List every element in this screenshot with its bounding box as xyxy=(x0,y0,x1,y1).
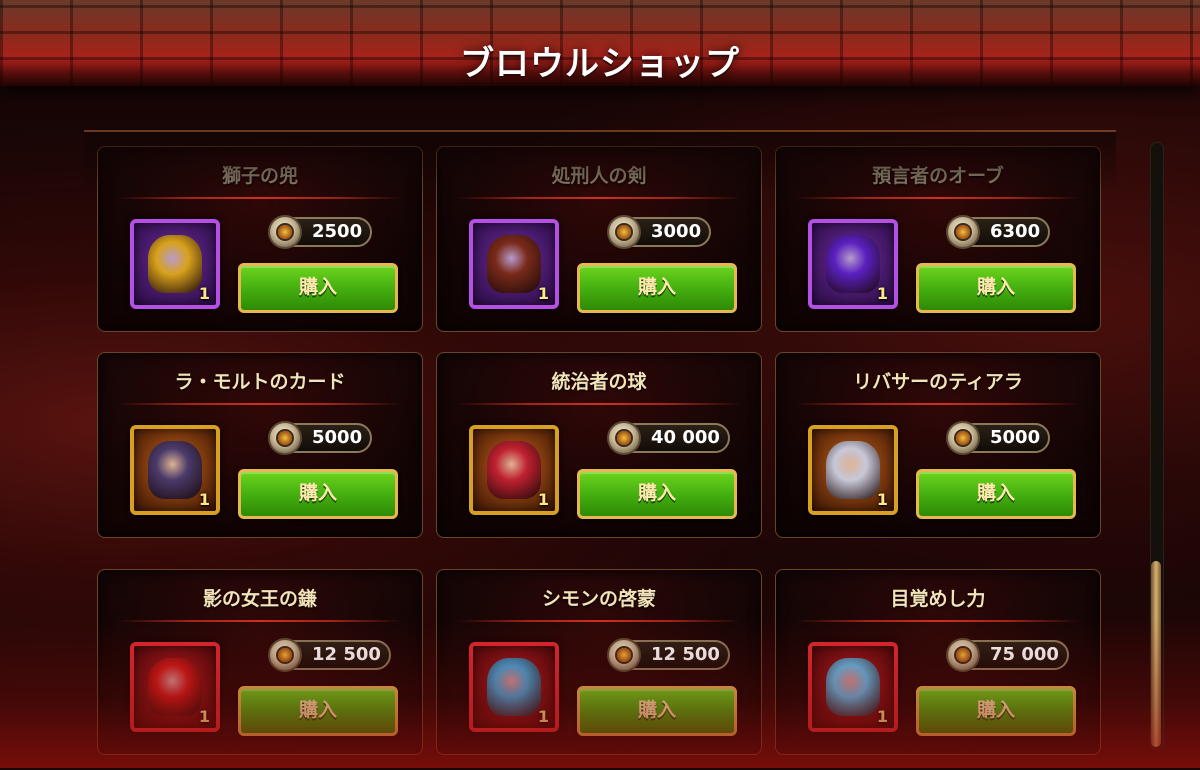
price-tag: 2500 xyxy=(268,215,373,249)
divider xyxy=(796,620,1080,622)
price-tag: 5000 xyxy=(268,421,373,455)
crossbow-sword-icon xyxy=(487,235,541,293)
divider xyxy=(457,620,741,622)
item-name: 統治者の球 xyxy=(551,371,647,393)
item-slot[interactable]: 1 xyxy=(469,219,559,309)
price-value: 40 000 xyxy=(651,427,720,448)
buy-button[interactable]: 購入 xyxy=(916,686,1076,736)
item-slot[interactable]: 1 xyxy=(808,219,898,309)
price-value: 5000 xyxy=(990,427,1041,448)
item-name: 処刑人の剣 xyxy=(551,165,647,187)
price-tag: 12 500 xyxy=(268,638,391,672)
price-value: 5000 xyxy=(312,427,363,448)
price-value: 2500 xyxy=(312,221,363,242)
item-slot[interactable]: 1 xyxy=(130,219,220,309)
scrollbar-thumb[interactable] xyxy=(1151,561,1161,747)
shop-title: ブロウルショップ xyxy=(460,44,740,84)
item-name: 獅子の兜 xyxy=(221,165,298,187)
price-value: 12 500 xyxy=(651,644,720,665)
brawl-coin-icon xyxy=(268,215,302,249)
power-orb-icon xyxy=(826,658,880,716)
brawl-coin-icon xyxy=(946,638,980,672)
item-quantity: 1 xyxy=(198,707,210,726)
divider xyxy=(118,197,402,199)
divider xyxy=(796,197,1080,199)
shop-item-card: リバサーのティアラ 1 5000 購入 xyxy=(775,352,1101,538)
shop-item-card: 処刑人の剣 1 3000 購入 xyxy=(436,146,762,332)
price-tag: 5000 xyxy=(946,421,1051,455)
price-value: 6300 xyxy=(990,221,1041,242)
divider xyxy=(457,403,741,405)
price-tag: 3000 xyxy=(607,215,712,249)
brawl-coin-icon xyxy=(607,638,641,672)
tiara-icon xyxy=(826,441,880,499)
buy-button[interactable]: 購入 xyxy=(238,469,398,519)
item-slot[interactable]: 1 xyxy=(130,642,220,732)
sphere-icon xyxy=(487,441,541,499)
item-quantity: 1 xyxy=(198,490,210,509)
item-name: 影の女王の鎌 xyxy=(202,588,317,610)
item-quantity: 1 xyxy=(876,490,888,509)
item-slot[interactable]: 1 xyxy=(469,425,559,515)
divider xyxy=(796,403,1080,405)
scythe-icon xyxy=(148,658,202,716)
buy-button[interactable]: 購入 xyxy=(238,686,398,736)
item-quantity: 1 xyxy=(876,284,888,303)
orb-icon xyxy=(826,235,880,293)
item-name: リバサーのティアラ xyxy=(853,371,1023,393)
lion-helmet-icon xyxy=(148,235,202,293)
head-icon xyxy=(487,658,541,716)
card-icon xyxy=(148,441,202,499)
item-slot[interactable]: 1 xyxy=(130,425,220,515)
shop-item-card: シモンの啓蒙 1 12 500 購入 xyxy=(436,569,762,755)
price-tag: 6300 xyxy=(946,215,1051,249)
item-quantity: 1 xyxy=(198,284,210,303)
brawl-coin-icon xyxy=(946,421,980,455)
item-quantity: 1 xyxy=(876,707,888,726)
price-value: 12 500 xyxy=(312,644,381,665)
divider xyxy=(118,620,402,622)
divider xyxy=(118,403,402,405)
buy-button[interactable]: 購入 xyxy=(238,263,398,313)
shop-item-card: 預言者のオーブ 1 6300 購入 xyxy=(775,146,1101,332)
item-slot[interactable]: 1 xyxy=(808,425,898,515)
price-tag: 75 000 xyxy=(946,638,1069,672)
buy-button[interactable]: 購入 xyxy=(916,469,1076,519)
shop-panel: 獅子の兜 1 2500 購入 処刑人の剣 1 3000 購入 預言者のオーブ 1 xyxy=(84,130,1116,770)
price-tag: 12 500 xyxy=(607,638,730,672)
brawl-coin-icon xyxy=(607,421,641,455)
item-quantity: 1 xyxy=(537,490,549,509)
item-quantity: 1 xyxy=(537,284,549,303)
item-name: 目覚めし力 xyxy=(890,588,986,610)
brawl-coin-icon xyxy=(268,421,302,455)
shop-item-card: ラ・モルトのカード 1 5000 購入 xyxy=(97,352,423,538)
shop-item-card: 影の女王の鎌 1 12 500 購入 xyxy=(97,569,423,755)
shop-item-card: 目覚めし力 1 75 000 購入 xyxy=(775,569,1101,755)
item-name: 預言者のオーブ xyxy=(872,165,1004,187)
item-name: ラ・モルトのカード xyxy=(174,371,346,393)
item-slot[interactable]: 1 xyxy=(808,642,898,732)
buy-button[interactable]: 購入 xyxy=(577,469,737,519)
brawl-coin-icon xyxy=(607,215,641,249)
item-slot[interactable]: 1 xyxy=(469,642,559,732)
shop-item-card: 統治者の球 1 40 000 購入 xyxy=(436,352,762,538)
brawl-coin-icon xyxy=(268,638,302,672)
brawl-coin-icon xyxy=(946,215,980,249)
shop-item-card: 獅子の兜 1 2500 購入 xyxy=(97,146,423,332)
price-value: 3000 xyxy=(651,221,702,242)
divider xyxy=(457,197,741,199)
buy-button[interactable]: 購入 xyxy=(577,263,737,313)
item-name: シモンの啓蒙 xyxy=(541,588,656,610)
price-tag: 40 000 xyxy=(607,421,730,455)
price-value: 75 000 xyxy=(990,644,1059,665)
buy-button[interactable]: 購入 xyxy=(916,263,1076,313)
buy-button[interactable]: 購入 xyxy=(577,686,737,736)
item-quantity: 1 xyxy=(537,707,549,726)
scrollbar[interactable] xyxy=(1150,142,1164,750)
